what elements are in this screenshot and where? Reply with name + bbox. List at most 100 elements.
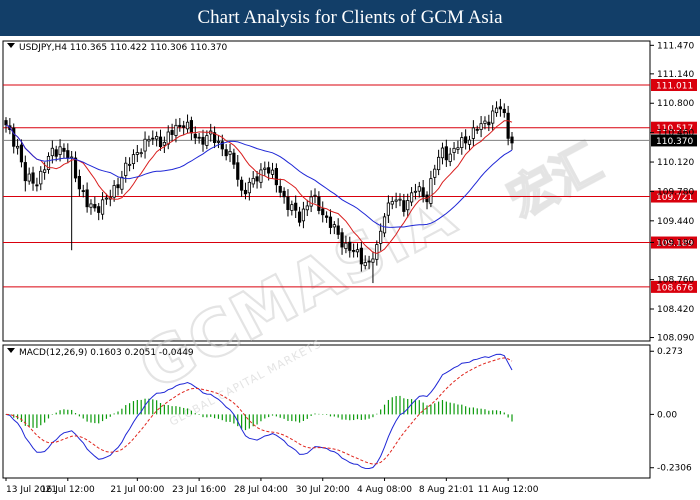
macd-histogram-bar (78, 414, 80, 417)
macd-histogram-bar (13, 414, 15, 418)
candle-body (224, 149, 228, 157)
candle-body (460, 137, 464, 149)
candle-body (259, 169, 263, 183)
chart-plot-area: GCMASIA 宏汇 GLOBAL CAPITAL MARKETS 111.01… (2, 40, 697, 495)
macd-histogram-bar (503, 412, 505, 415)
candle-body (182, 125, 186, 128)
macd-histogram-bar (113, 413, 115, 415)
candle-body (23, 162, 27, 182)
candle-body (170, 130, 174, 135)
macd-histogram-bar (422, 402, 424, 415)
candle-body (270, 169, 275, 175)
macd-histogram-bar (310, 414, 312, 416)
candle-body (243, 189, 248, 195)
candle-body (363, 262, 367, 267)
macd-histogram-bar (349, 414, 351, 421)
macd-histogram-bar (63, 409, 65, 415)
candle-body (448, 153, 452, 162)
candle-body (332, 224, 336, 228)
macd-histogram-bar (271, 414, 274, 416)
candle-body (417, 186, 421, 192)
macd-histogram-bar (28, 414, 30, 427)
candle-body (305, 205, 309, 211)
macd-histogram-bar (322, 414, 324, 415)
candle-body (100, 199, 105, 215)
candle-body (267, 167, 271, 174)
candle-body (27, 173, 31, 182)
candle-body (128, 163, 132, 166)
macd-histogram-bar (225, 414, 227, 422)
macd-histogram-bar (395, 396, 397, 415)
candle-body (147, 138, 151, 142)
macd-histogram-bar (461, 404, 463, 415)
candle-body (120, 176, 124, 190)
candle-body (240, 179, 244, 191)
macd-histogram-bar (345, 414, 347, 420)
candle-body (317, 196, 321, 211)
macd-histogram-bar (472, 407, 474, 415)
macd-histogram-bar (368, 414, 370, 419)
candle-body (355, 249, 360, 253)
macd-histogram-bar (476, 408, 478, 415)
macd-histogram-bar (364, 414, 366, 420)
macd-histogram-bar (457, 404, 459, 415)
macd-histogram-bar (109, 414, 111, 417)
macd-histogram-bar (306, 414, 308, 419)
candle-body (440, 147, 445, 159)
macd-header: MACD(12,26,9) 0.1603 0.2051 -0.0449 (7, 348, 194, 358)
candle-body (93, 204, 97, 209)
candle-body (50, 147, 54, 157)
macd-histogram-bar (291, 414, 293, 422)
time-axis-label: 30 Jul 20:00 (296, 485, 350, 495)
candle-body (255, 176, 259, 182)
candle-body (135, 152, 139, 155)
macd-histogram-bar (90, 414, 92, 423)
macd-histogram-bar (333, 414, 335, 417)
candle-body (398, 198, 402, 201)
macd-histogram-bar (465, 406, 467, 415)
macd-histogram-bar (101, 414, 104, 422)
macd-histogram-bar (213, 414, 216, 419)
candle-body (502, 108, 506, 114)
candle-body (309, 196, 313, 207)
time-axis-label: 21 Jul 00:00 (110, 485, 164, 495)
macd-histogram-bar (198, 414, 200, 415)
macd-histogram-bar (353, 414, 355, 421)
candle-body (421, 187, 425, 197)
symbol-readout: USDJPY,H4 110.365 110.422 110.306 110.37… (19, 43, 228, 53)
price-axis-label: 110.800 (657, 99, 694, 109)
candle-body (386, 202, 390, 216)
page-title: Chart Analysis for Clients of GCM Asia (197, 7, 503, 28)
macd-histogram-bar (51, 414, 53, 415)
macd-histogram-bar (391, 397, 393, 415)
candle-body (178, 124, 182, 128)
candle-body (81, 190, 85, 192)
time-axis-label: 8 Aug 21:01 (419, 485, 474, 495)
candle-body (297, 211, 302, 223)
candle-body (124, 162, 128, 176)
macd-histogram-bar (244, 414, 247, 431)
macd-histogram-bar (399, 395, 401, 415)
macd-histogram-bar (67, 409, 69, 415)
macd-histogram-bar (156, 400, 158, 415)
candle-body (282, 190, 286, 198)
candle-body (112, 185, 116, 198)
macd-histogram-bar (380, 409, 382, 415)
macd-histogram-bar (217, 414, 220, 419)
candle-body (251, 178, 255, 185)
macd-histogram-bar (449, 402, 451, 415)
candle-body (483, 120, 487, 124)
macd-histogram-bar (71, 409, 73, 415)
macd-histogram-bar (383, 404, 386, 415)
macd-histogram-bar (206, 414, 208, 418)
macd-histogram-bar (407, 398, 409, 415)
candle-body (4, 120, 8, 126)
candle-body (413, 190, 418, 193)
candle-body (340, 232, 344, 248)
time-axis-label: 16 Jul 12:00 (41, 485, 95, 495)
macd-histogram-bar (468, 407, 471, 415)
candle-body (394, 199, 398, 202)
candle-body (301, 208, 306, 222)
candle-body (193, 133, 197, 139)
macd-histogram-bar (260, 414, 262, 422)
